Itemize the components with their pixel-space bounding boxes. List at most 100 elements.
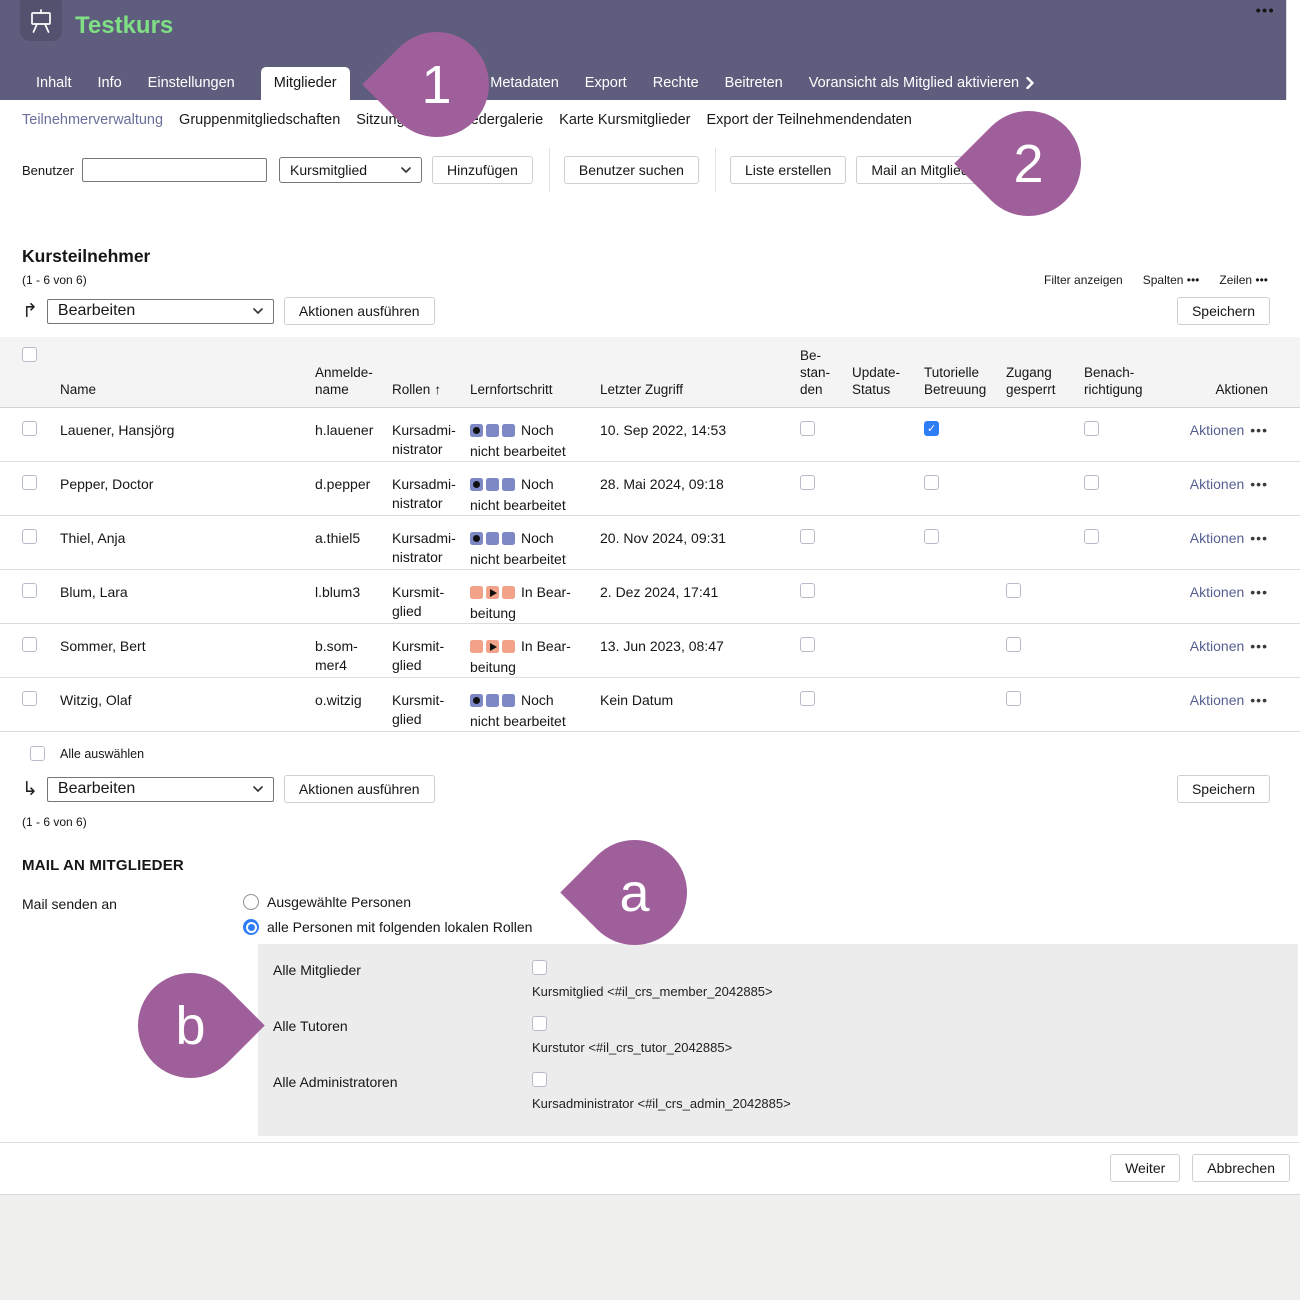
col-header-access[interactable]: Letzter Zugriff	[600, 381, 800, 398]
role-select[interactable]: Kursmitglied	[279, 157, 422, 183]
tutorial-support-checkbox[interactable]	[924, 475, 939, 490]
access-blocked-checkbox[interactable]	[1006, 637, 1021, 652]
passed-checkbox[interactable]	[800, 691, 815, 706]
cell-last-access: Kein Datum	[600, 691, 800, 731]
progress-square-icon	[502, 586, 515, 599]
course-tab[interactable]: Mitglieder	[261, 67, 350, 100]
row-select-checkbox[interactable]	[22, 529, 37, 544]
sort-ascending-icon: ↑	[434, 382, 441, 397]
execute-actions-button[interactable]: Aktionen ausführen	[284, 297, 435, 325]
row-actions-link[interactable]: Aktionen•••	[1190, 583, 1268, 623]
row-actions-link[interactable]: Aktionen•••	[1190, 475, 1268, 515]
passed-checkbox[interactable]	[800, 475, 815, 490]
course-tab[interactable]: Info	[97, 75, 121, 100]
user-field-label: Benutzer	[22, 163, 74, 178]
cell-update-status	[852, 691, 924, 731]
row-select-checkbox[interactable]	[22, 475, 37, 490]
notification-checkbox[interactable]	[1084, 529, 1099, 544]
apply-to-selection-top-icon: ↱	[22, 302, 38, 321]
cell-role: Kursadmi- nistrator	[392, 529, 470, 569]
course-tab[interactable]: Inhalt	[36, 75, 71, 100]
row-select-checkbox[interactable]	[22, 637, 37, 652]
page-footer	[0, 1194, 1300, 1300]
columns-menu-link[interactable]: Spalten •••	[1143, 273, 1200, 287]
passed-checkbox[interactable]	[800, 529, 815, 544]
course-tab[interactable]: Voransicht als Mitglied aktivieren	[809, 75, 1034, 100]
recipient-radio[interactable]	[243, 894, 259, 910]
table-row: Thiel, Anja a.thiel5 Kursadmi- nistrator…	[0, 516, 1300, 570]
cell-update-status	[852, 637, 924, 677]
execute-actions-button-bottom[interactable]: Aktionen ausführen	[284, 775, 435, 803]
tutorial-support-checkbox[interactable]	[924, 421, 939, 436]
cell-login: a.thiel5	[315, 529, 392, 569]
show-filter-link[interactable]: Filter anzeigen	[1044, 273, 1123, 287]
overflow-menu-icon[interactable]: •••	[1256, 2, 1275, 18]
select-all-checkbox[interactable]	[30, 746, 45, 761]
role-checkbox[interactable]	[532, 1072, 547, 1087]
col-header-login[interactable]: Anmelde- name	[315, 364, 392, 398]
col-header-update[interactable]: Update- Status	[852, 364, 924, 398]
row-actions-link[interactable]: Aktionen•••	[1190, 529, 1268, 569]
member-subtab[interactable]: Karte Kursmitglieder	[559, 112, 690, 128]
bulk-action-select[interactable]: Bearbeiten	[47, 299, 274, 324]
cell-role: Kursadmi- nistrator	[392, 421, 470, 461]
member-subtab[interactable]: Export der Teilnehmendendaten	[707, 112, 912, 128]
participants-title: Kursteilnehmer	[22, 246, 1300, 267]
col-header-notify[interactable]: Benach- richtigung	[1084, 364, 1184, 398]
progress-square-icon	[470, 424, 483, 437]
rows-menu-link[interactable]: Zeilen •••	[1219, 273, 1268, 287]
course-tab[interactable]: Beitreten	[725, 75, 783, 100]
bulk-action-value: Bearbeiten	[58, 302, 135, 320]
passed-checkbox[interactable]	[800, 637, 815, 652]
tutorial-support-checkbox[interactable]	[924, 529, 939, 544]
cell-name: Witzig, Olaf	[60, 691, 315, 731]
recipient-radio[interactable]	[243, 919, 259, 935]
access-blocked-checkbox[interactable]	[1006, 583, 1021, 598]
actions-dots-icon: •••	[1250, 638, 1268, 654]
member-subtab[interactable]: Teilnehmerverwaltung	[22, 112, 163, 128]
course-tab[interactable]: Metadaten	[490, 75, 559, 100]
row-actions-link[interactable]: Aktionen•••	[1190, 691, 1268, 731]
col-header-progress[interactable]: Lernfortschritt	[470, 381, 600, 398]
col-header-name[interactable]: Name	[60, 381, 315, 398]
member-subtabs: Teilnehmerverwaltung Gruppenmitgliedscha…	[0, 100, 1300, 140]
course-tab[interactable]: Rechte	[653, 75, 699, 100]
course-header: Testkurs ••• Inhalt Info Einstellungen	[0, 0, 1293, 100]
actions-dots-icon: •••	[1250, 584, 1268, 600]
search-users-button[interactable]: Benutzer suchen	[564, 156, 699, 184]
col-header-passed[interactable]: Be- stan- den	[800, 347, 852, 398]
notification-checkbox[interactable]	[1084, 421, 1099, 436]
row-actions-link[interactable]: Aktionen•••	[1190, 637, 1268, 677]
add-user-button[interactable]: Hinzufügen	[432, 156, 533, 184]
col-header-tutor[interactable]: Tutorielle Betreuung	[924, 364, 1006, 398]
create-list-button[interactable]: Liste erstellen	[730, 156, 846, 184]
row-select-checkbox[interactable]	[22, 421, 37, 436]
passed-checkbox[interactable]	[800, 583, 815, 598]
access-blocked-checkbox[interactable]	[1006, 691, 1021, 706]
save-button-bottom[interactable]: Speichern	[1177, 775, 1270, 803]
save-button[interactable]: Speichern	[1177, 297, 1270, 325]
member-subtab[interactable]: Gruppenmitgliedschaften	[179, 112, 340, 128]
row-select-checkbox[interactable]	[22, 583, 37, 598]
col-header-blocked[interactable]: Zugang gesperrt	[1006, 364, 1084, 398]
bulk-action-select-bottom[interactable]: Bearbeiten	[47, 777, 274, 802]
role-checkbox[interactable]	[532, 1016, 547, 1031]
role-checkbox[interactable]	[532, 960, 547, 975]
notification-checkbox[interactable]	[1084, 475, 1099, 490]
next-button[interactable]: Weiter	[1110, 1154, 1180, 1182]
course-tab[interactable]: Einstellungen	[148, 75, 235, 100]
select-all-header-checkbox[interactable]	[22, 347, 37, 362]
cell-role: Kursadmi- nistrator	[392, 475, 470, 515]
user-input[interactable]	[82, 158, 267, 182]
course-tab[interactable]: Export	[585, 75, 627, 100]
cell-role: Kursmit- glied	[392, 637, 470, 677]
row-actions-link[interactable]: Aktionen•••	[1190, 421, 1268, 461]
row-select-checkbox[interactable]	[22, 691, 37, 706]
cancel-button[interactable]: Abbrechen	[1192, 1154, 1290, 1182]
result-count: (1 - 6 von 6)	[22, 273, 87, 287]
col-header-roles[interactable]: Rollen↑	[392, 381, 470, 398]
caret-down-icon	[253, 786, 263, 792]
recipient-option-label: Ausgewählte Personen	[267, 894, 411, 910]
progress-square-icon	[486, 532, 499, 545]
passed-checkbox[interactable]	[800, 421, 815, 436]
